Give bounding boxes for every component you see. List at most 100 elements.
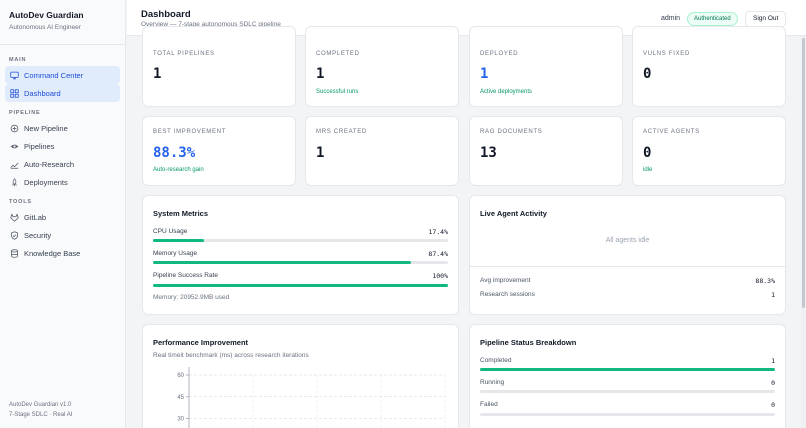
kv-avg-improvement: Avg improvement 88.3% — [480, 277, 775, 285]
sign-out-button[interactable]: Sign Out — [745, 11, 787, 27]
stat-label: MRS CREATED — [316, 129, 367, 135]
status-value: 0 — [771, 401, 775, 409]
card-title: Live Agent Activity — [480, 209, 547, 218]
footer-version: AutoDev Guardian v1.0 — [9, 402, 72, 408]
sidebar-item-pipelines[interactable]: Pipelines — [5, 137, 120, 155]
empty-state-text: All agents idle — [605, 237, 650, 244]
stat-card-best-improvement: BEST IMPROVEMENT 88.3% Auto-research gai… — [142, 116, 296, 186]
section-label-tools: TOOLS — [9, 199, 32, 205]
stat-label: TOTAL PIPELINES — [153, 51, 215, 57]
memory-progress-fill — [153, 261, 411, 264]
sidebar: AutoDev Guardian Autonomous AI Engineer … — [0, 0, 126, 428]
kv-value: 1 — [771, 291, 775, 299]
stat-value: 13 — [480, 145, 497, 161]
stat-sub: Successful runs — [316, 89, 359, 95]
page-title: Dashboard — [141, 9, 191, 20]
metric-label: Memory Usage — [153, 250, 198, 257]
running-bar — [480, 390, 775, 393]
cpu-progress-fill — [153, 239, 205, 242]
cpu-progress-bar — [153, 239, 448, 242]
stat-card-deployed: DEPLOYED 1 Active deployments — [469, 26, 623, 107]
completed-bar — [480, 368, 775, 371]
status-label: Running — [480, 379, 505, 386]
stat-card-vulns-fixed: VULNS FIXED 0 — [632, 26, 786, 107]
metric-value: 87.4% — [428, 250, 448, 258]
database-icon — [11, 248, 18, 258]
stat-value: 88.3% — [153, 145, 196, 161]
kv-value: 88.3% — [755, 277, 775, 285]
stat-card-completed: COMPLETED 1 Successful runs — [305, 26, 459, 107]
status-row-completed: Completed 1 — [480, 357, 775, 365]
completed-bar-fill — [480, 368, 775, 371]
brand: AutoDev Guardian Autonomous AI Engineer — [0, 0, 125, 45]
status-badge: Authenticated — [687, 12, 738, 26]
metric-row-pipeline-success: Pipeline Success Rate 100% — [153, 272, 448, 280]
stat-value: 0 — [643, 66, 652, 82]
sidebar-item-label: Security — [24, 230, 52, 240]
status-label: Failed — [480, 401, 498, 408]
stat-value: 1 — [316, 145, 325, 161]
failed-bar — [480, 413, 775, 416]
stat-label: COMPLETED — [316, 51, 360, 57]
gitlab-icon — [10, 213, 19, 222]
sidebar-item-label: Command Center — [24, 70, 84, 80]
brand-title: AutoDev Guardian — [9, 10, 84, 20]
metric-row-cpu: CPU Usage 17.4% — [153, 228, 448, 236]
sidebar-item-dashboard[interactable]: Dashboard — [5, 84, 120, 102]
divider — [470, 266, 785, 267]
main-scrollbar[interactable] — [801, 36, 806, 428]
pipeline-icon — [10, 144, 19, 148]
sidebar-item-security[interactable]: Security — [5, 226, 120, 244]
sidebar-item-knowledge-base[interactable]: Knowledge Base — [5, 244, 120, 262]
status-label: Completed — [480, 357, 512, 364]
footer-tagline: 7-Stage SDLC · Real AI — [9, 412, 73, 418]
card-title: System Metrics — [153, 209, 209, 218]
stat-label: VULNS FIXED — [643, 51, 691, 57]
brand-subtitle: Autonomous AI Engineer — [9, 24, 81, 31]
scrollbar-thumb[interactable] — [802, 38, 805, 308]
metric-value: 17.4% — [428, 228, 448, 236]
stat-card-rag-documents: RAG DOCUMENTS 13 — [469, 116, 623, 186]
shield-icon — [11, 230, 18, 240]
metric-row-memory: Memory Usage 87.4% — [153, 250, 448, 258]
section-label-main: MAIN — [9, 57, 27, 63]
plus-circle-icon — [10, 124, 19, 132]
live-agent-activity-card: Live Agent Activity All agents idle Avg … — [469, 195, 786, 315]
chart-subtitle: Real timeit benchmark (ms) across resear… — [153, 352, 309, 359]
memory-used-text: Memory: 20952.9MB used — [153, 294, 230, 301]
kv-label: Avg improvement — [480, 277, 531, 284]
stat-value: 1 — [316, 66, 325, 82]
stat-card-total-pipelines: TOTAL PIPELINES 1 — [142, 26, 296, 107]
sidebar-item-command-center[interactable]: Command Center — [5, 66, 120, 84]
stat-card-mrs-created: MRS CREATED 1 — [305, 116, 459, 186]
memory-progress-bar — [153, 261, 448, 264]
kv-label: Research sessions — [480, 291, 535, 298]
sidebar-item-gitlab[interactable]: GitLab — [5, 208, 120, 226]
card-title: Performance Improvement — [153, 338, 249, 347]
stat-value: 0 — [643, 145, 652, 161]
metric-label: Pipeline Success Rate — [153, 272, 219, 279]
stat-label: RAG DOCUMENTS — [480, 129, 543, 135]
kv-research-sessions: Research sessions 1 — [480, 291, 775, 299]
y-tick-label: 30 — [177, 417, 184, 423]
sidebar-item-label: New Pipeline — [24, 123, 68, 133]
pipeline-status-card: Pipeline Status Breakdown Completed 1 Ru… — [469, 324, 786, 428]
y-tick-label: 60 — [177, 373, 184, 379]
sidebar-item-auto-research[interactable]: Auto-Research — [5, 155, 120, 173]
status-value: 0 — [771, 379, 775, 387]
stat-card-active-agents: ACTIVE AGENTS 0 idle — [632, 116, 786, 186]
stat-label: DEPLOYED — [480, 51, 519, 57]
rocket-icon — [12, 177, 17, 186]
section-label-pipeline: PIPELINE — [9, 110, 41, 116]
stat-sub: Auto-research gain — [153, 167, 204, 173]
sidebar-item-label: GitLab — [24, 212, 47, 222]
sidebar-item-label: Knowledge Base — [24, 248, 81, 258]
sidebar-item-new-pipeline[interactable]: New Pipeline — [5, 119, 120, 137]
pipeline-success-progress-bar — [153, 284, 448, 287]
status-row-failed: Failed 0 — [480, 401, 775, 409]
y-tick-label: 45 — [177, 395, 184, 401]
sidebar-item-deployments[interactable]: Deployments — [5, 173, 120, 191]
status-row-running: Running 0 — [480, 379, 775, 387]
status-value: 1 — [771, 357, 775, 365]
stat-value: 1 — [153, 66, 162, 82]
